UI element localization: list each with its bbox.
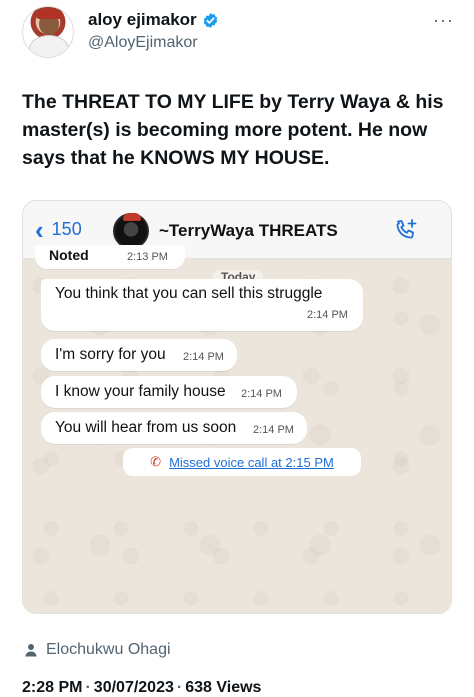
display-name[interactable]: aloy ejimakor — [88, 10, 219, 30]
avatar[interactable] — [22, 6, 74, 58]
author-names: aloy ejimakor @AloyEjimakor — [88, 10, 219, 52]
chat-avatar[interactable] — [113, 213, 149, 249]
handle[interactable]: @AloyEjimakor — [88, 34, 219, 52]
tweet-meta: 2:28 PM · 30/07/2023 · 638 Views — [22, 679, 261, 697]
chevron-left-icon: ‹ — [35, 214, 44, 245]
avatar-shirt — [29, 35, 69, 57]
message-text: I know your family house — [55, 383, 226, 400]
message-text: I'm sorry for you — [55, 346, 166, 363]
separator: · — [85, 679, 91, 696]
message-text: You will hear from us soon — [55, 419, 237, 436]
more-options-icon[interactable]: ··· — [433, 10, 454, 31]
back-button[interactable]: ‹ 150 — [35, 214, 82, 245]
post-date[interactable]: 30/07/2023 — [94, 679, 174, 696]
post-time[interactable]: 2:28 PM — [22, 679, 82, 696]
verified-badge-icon — [203, 12, 217, 28]
message-time: 2:14 PM — [253, 424, 294, 436]
message-bubble: I'm sorry for you 2:14 PM — [41, 339, 237, 371]
message-text: You think that you can sell this struggl… — [55, 285, 323, 302]
tweet-header: aloy ejimakor @AloyEjimakor ··· — [22, 6, 462, 62]
author-name[interactable]: Elochukwu Ohagi — [46, 641, 171, 659]
display-name-text[interactable]: aloy ejimakor — [88, 10, 197, 30]
missed-call-label[interactable]: Missed voice call at 2:15 PM — [169, 455, 334, 470]
attached-screenshot[interactable]: ‹ 150 ~TerryWaya THREATS Noted 2:13 PM T… — [22, 200, 452, 614]
message-time: 2:14 PM — [307, 309, 348, 321]
missed-call-notice[interactable]: ✆ Missed voice call at 2:15 PM — [123, 448, 361, 476]
message-bubble: I know your family house 2:14 PM — [41, 376, 297, 408]
message-time: 2:13 PM — [127, 251, 168, 263]
message-time: 2:14 PM — [183, 351, 224, 363]
add-call-icon[interactable] — [393, 217, 419, 243]
separator: · — [176, 679, 183, 696]
message-time: 2:14 PM — [241, 388, 282, 400]
views-count: 638 — [185, 679, 212, 696]
message-bubble: You think that you can sell this struggl… — [41, 279, 363, 331]
message-bubble: You will hear from us soon 2:14 PM — [41, 412, 307, 444]
message-text: Noted — [49, 247, 89, 263]
chat-area: Noted 2:13 PM Today You think that you c… — [23, 245, 451, 613]
back-count: 150 — [51, 219, 82, 239]
tweet-text: The THREAT TO MY LIFE by Terry Waya & hi… — [22, 91, 444, 169]
chat-title[interactable]: ~TerryWaya THREATS — [159, 221, 338, 241]
views-label: Views — [216, 679, 262, 696]
message-bubble: Noted 2:13 PM — [35, 245, 185, 269]
missed-call-icon: ✆ — [150, 454, 162, 469]
avatar-cap — [37, 9, 61, 19]
screenshot-author[interactable]: Elochukwu Ohagi — [24, 641, 171, 659]
person-icon — [25, 644, 37, 657]
